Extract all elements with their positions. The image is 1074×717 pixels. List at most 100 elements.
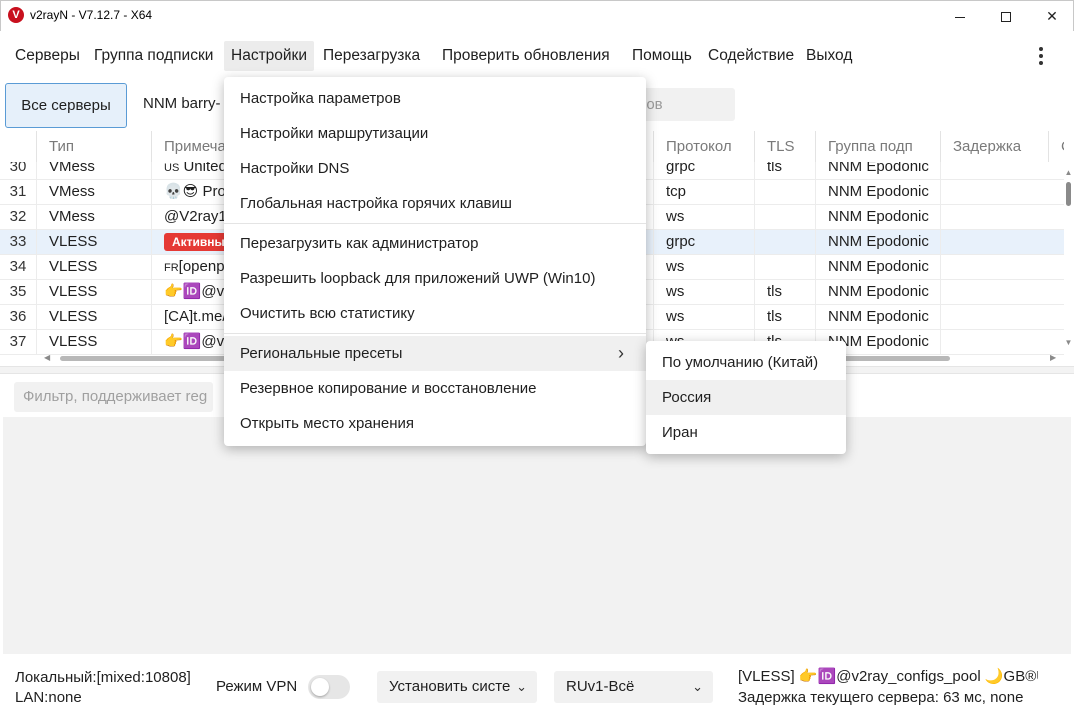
routing-value: RUv1-Всё bbox=[566, 678, 635, 695]
regional-presets-submenu: По умолчанию (Китай) Россия Иран bbox=[646, 341, 846, 454]
preset-iran[interactable]: Иран bbox=[646, 415, 846, 450]
vpn-mode-toggle[interactable] bbox=[308, 675, 350, 699]
scroll-left-icon[interactable]: ◀ bbox=[44, 353, 50, 362]
more-vert-icon[interactable] bbox=[1031, 44, 1051, 68]
scroll-right-icon[interactable]: ▶ bbox=[1050, 353, 1056, 362]
menu-item-hotkey-settings[interactable]: Глобальная настройка горячих клавиш bbox=[224, 186, 646, 221]
menu-exit[interactable]: Выход bbox=[799, 41, 859, 71]
vpn-mode-label: Режим VPN bbox=[216, 678, 298, 695]
scroll-up-icon[interactable]: ▲ bbox=[1063, 168, 1074, 178]
menu-item-restart-as-admin[interactable]: Перезагрузить как администратор bbox=[224, 226, 646, 261]
scroll-thumb[interactable] bbox=[1066, 182, 1071, 206]
system-proxy-value: Установить систе bbox=[389, 678, 511, 695]
header-tls[interactable]: TLS bbox=[754, 131, 815, 162]
menu-check-updates[interactable]: Проверить обновления bbox=[435, 41, 617, 71]
menu-restart[interactable]: Перезагрузка bbox=[316, 41, 427, 71]
cell-protocol: grpc bbox=[653, 162, 754, 180]
cell-group: NNM Epodonic bbox=[815, 230, 940, 255]
log-filter-input[interactable]: Фильтр, поддерживает reg bbox=[14, 382, 213, 412]
header-speed[interactable]: С bbox=[1048, 131, 1064, 162]
menu-item-parameter-settings[interactable]: Настройка параметров bbox=[224, 81, 646, 116]
cell-type: VLESS bbox=[36, 330, 151, 355]
current-server-delay: Задержка текущего сервера: 63 мс, none bbox=[738, 689, 1024, 706]
cell-type: VLESS bbox=[36, 305, 151, 330]
remark-text: United bbox=[183, 162, 227, 175]
menu-item-backup-restore[interactable]: Резервное копирование и восстановление bbox=[224, 371, 646, 406]
cell-protocol: ws bbox=[653, 205, 754, 230]
menu-donate[interactable]: Содействие bbox=[701, 41, 801, 71]
cell-type: VMess bbox=[36, 180, 151, 205]
cell-protocol: ws bbox=[653, 305, 754, 330]
chevron-right-icon: › bbox=[618, 343, 624, 363]
cell-group: NNM Epodonic bbox=[815, 205, 940, 230]
local-port-text: Локальный:[mixed:10808] bbox=[15, 669, 191, 686]
scroll-down-icon[interactable]: ▼ bbox=[1063, 338, 1074, 348]
menu-divider bbox=[224, 223, 646, 224]
menu-help[interactable]: Помощь bbox=[625, 41, 699, 71]
cell-delay bbox=[940, 305, 1048, 330]
tab-group[interactable]: NNM barry- bbox=[143, 95, 221, 112]
regional-presets-label: Региональные пресеты bbox=[240, 345, 403, 362]
remark-text: [openpr bbox=[178, 258, 230, 275]
maximize-button[interactable] bbox=[983, 1, 1029, 31]
close-icon: ✕ bbox=[1046, 8, 1058, 24]
cell-group: NNM Epodonic bbox=[815, 255, 940, 280]
menu-item-routing-settings[interactable]: Настройки маршрутизации bbox=[224, 116, 646, 151]
preset-russia[interactable]: Россия bbox=[646, 380, 846, 415]
row-number: 33 bbox=[9, 233, 27, 250]
menu-subscription-group[interactable]: Группа подписки bbox=[87, 41, 220, 71]
menu-item-regional-presets[interactable]: Региональные пресеты › bbox=[224, 336, 646, 371]
cell-tls bbox=[754, 205, 815, 230]
cell-tls bbox=[754, 230, 815, 255]
app-logo-icon: V bbox=[8, 7, 24, 23]
cell-protocol: ws bbox=[653, 255, 754, 280]
cell-delay bbox=[940, 205, 1048, 230]
row-number: 31 bbox=[9, 183, 27, 200]
header-subscription-group[interactable]: Группа подп bbox=[815, 131, 940, 162]
cell-delay bbox=[940, 230, 1048, 255]
settings-dropdown-menu: Настройка параметров Настройки маршрутиз… bbox=[224, 77, 646, 446]
cell-tls: tls bbox=[754, 162, 815, 180]
row-number: 36 bbox=[9, 308, 27, 325]
menu-item-uwp-loopback[interactable]: Разрешить loopback для приложений UWP (W… bbox=[224, 261, 646, 296]
close-button[interactable]: ✕ bbox=[1029, 1, 1074, 31]
menu-bar: Серверы Группа подписки Настройки Переза… bbox=[1, 38, 1073, 73]
cell-group: NNM Epodonic bbox=[815, 180, 940, 205]
system-proxy-select[interactable]: Установить систе ⌄ bbox=[377, 671, 537, 703]
maximize-icon bbox=[1001, 12, 1011, 23]
menu-settings[interactable]: Настройки bbox=[224, 41, 315, 71]
menu-divider bbox=[224, 333, 646, 334]
log-panel bbox=[3, 417, 1071, 654]
tab-all-servers[interactable]: Все серверы bbox=[5, 83, 127, 128]
cell-delay bbox=[940, 255, 1048, 280]
cell-type: VLESS bbox=[36, 280, 151, 305]
minimize-icon bbox=[955, 16, 965, 18]
cell-type: VLESS bbox=[36, 230, 151, 255]
cell-protocol: tcp bbox=[653, 180, 754, 205]
menu-item-clear-statistics[interactable]: Очистить всю статистику bbox=[224, 296, 646, 331]
title-bar: V v2rayN - V7.12.7 - X64 ✕ bbox=[0, 0, 1074, 31]
row-number: 34 bbox=[9, 258, 27, 275]
menu-item-open-storage[interactable]: Открыть место хранения bbox=[224, 406, 646, 441]
cell-delay bbox=[940, 162, 1048, 180]
header-delay[interactable]: Задержка bbox=[940, 131, 1048, 162]
chevron-down-icon: ⌄ bbox=[516, 679, 527, 694]
cell-type: VLESS bbox=[36, 255, 151, 280]
cell-delay bbox=[940, 280, 1048, 305]
current-server-info: [VLESS] 👉🆔@v2ray_configs_pool 🌙GB®Uni За… bbox=[738, 666, 1038, 708]
cell-delay bbox=[940, 180, 1048, 205]
grid-vertical-scrollbar[interactable]: ▲ ▼ bbox=[1063, 168, 1074, 352]
routing-select[interactable]: RUv1-Всё ⌄ bbox=[554, 671, 713, 703]
current-server-text: [VLESS] 👉🆔@v2ray_configs_pool 🌙GB®Uni bbox=[738, 668, 1038, 685]
header-protocol[interactable]: Протокол bbox=[653, 131, 754, 162]
cell-group: NNM Epodonic bbox=[815, 280, 940, 305]
header-type[interactable]: Тип bbox=[36, 131, 151, 162]
menu-item-dns-settings[interactable]: Настройки DNS bbox=[224, 151, 646, 186]
cell-type: VMess bbox=[36, 162, 151, 180]
minimize-button[interactable] bbox=[937, 1, 983, 31]
preset-default-china[interactable]: По умолчанию (Китай) bbox=[646, 345, 846, 380]
cell-group: NNM Epodonic bbox=[815, 162, 940, 180]
row-number: 30 bbox=[9, 162, 27, 175]
menu-servers[interactable]: Серверы bbox=[8, 41, 87, 71]
chevron-down-icon: ⌄ bbox=[692, 679, 703, 694]
